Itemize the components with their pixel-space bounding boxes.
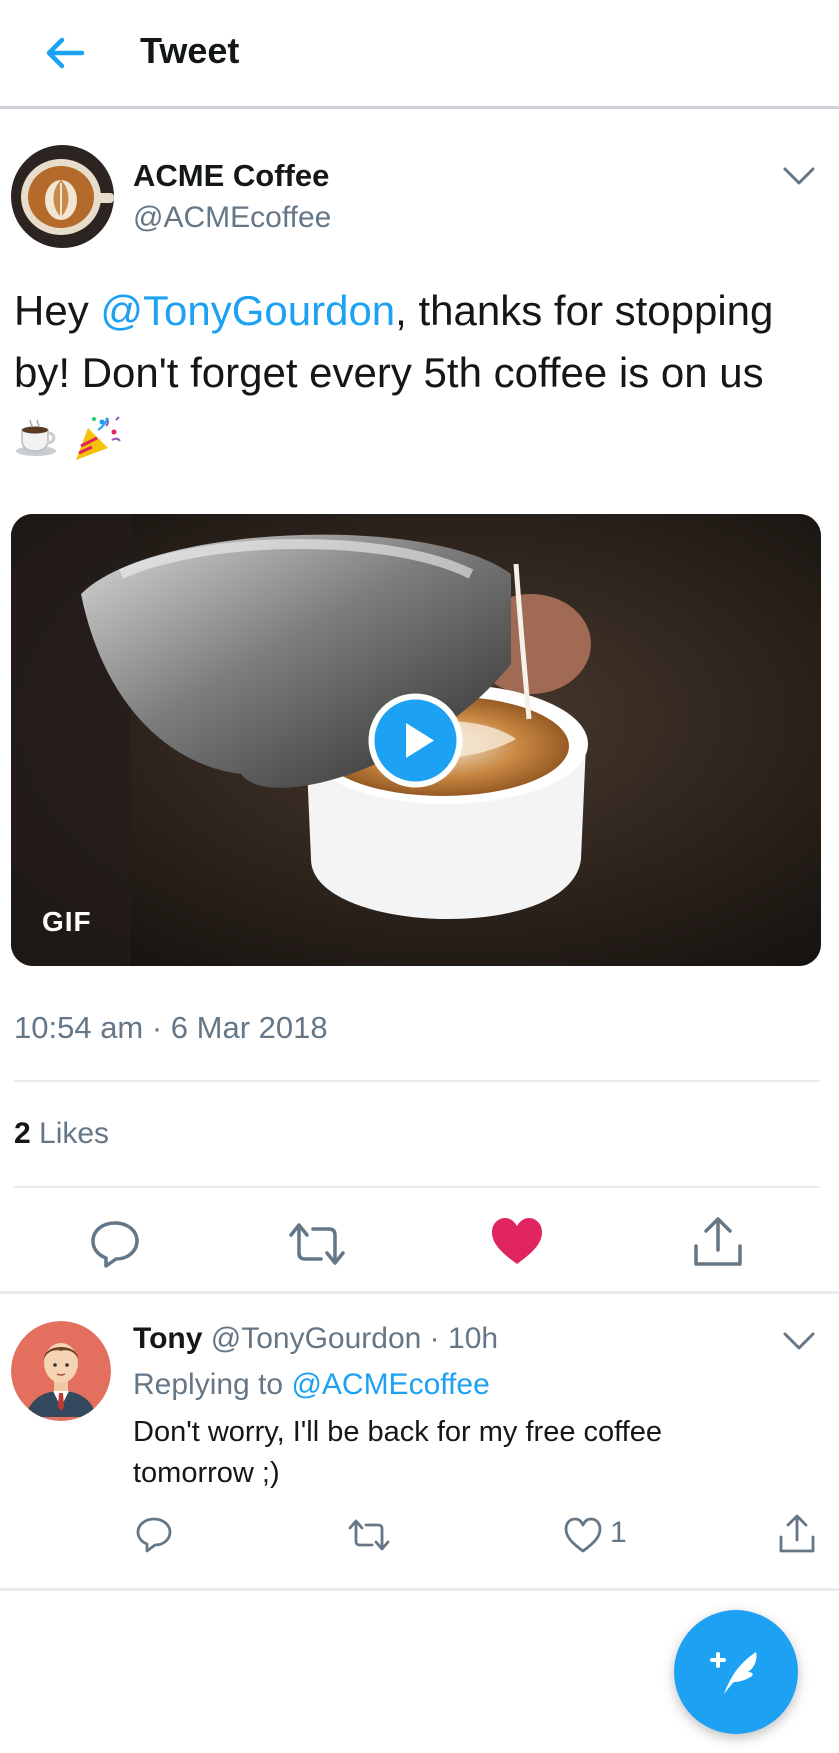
reply-text: Don't worry, I'll be back for my free co… <box>133 1416 662 1489</box>
page-title: Tweet <box>140 30 240 71</box>
likes-count: 2 <box>14 1117 31 1150</box>
play-icon[interactable] <box>368 693 463 788</box>
compose-tweet-button[interactable] <box>674 1610 798 1734</box>
author-name[interactable]: ACME Coffee <box>133 158 329 194</box>
divider <box>14 1186 820 1188</box>
gif-media[interactable]: GIF <box>11 514 821 966</box>
retweet-icon[interactable] <box>347 1517 391 1553</box>
gif-badge: GIF <box>42 906 92 937</box>
likes-summary[interactable]: 2 Likes <box>14 1117 109 1151</box>
arrow-left-icon[interactable] <box>42 30 88 76</box>
reply-avatar[interactable] <box>11 1321 111 1421</box>
compose-feather-icon <box>710 1652 757 1694</box>
reply-icon[interactable] <box>88 1216 142 1270</box>
reply-meta: @TonyGourdon · 10h <box>202 1322 499 1355</box>
replying-prefix: Replying to <box>133 1368 292 1401</box>
reply-like-count: 1 <box>610 1516 627 1549</box>
chevron-down-icon[interactable] <box>782 1330 816 1352</box>
party-popper-icon <box>75 416 121 460</box>
heart-outline-icon[interactable] <box>563 1516 603 1554</box>
likes-label: Likes <box>30 1117 110 1150</box>
divider <box>14 1080 820 1082</box>
share-icon[interactable] <box>690 1214 746 1270</box>
tweet-text-start: Hey <box>14 287 101 334</box>
replying-handle-link[interactable]: @ACMEcoffee <box>291 1368 489 1401</box>
divider <box>0 1291 839 1294</box>
divider <box>0 1588 839 1591</box>
chevron-down-icon[interactable] <box>782 165 816 187</box>
share-icon[interactable] <box>777 1513 817 1555</box>
reply-author-name[interactable]: Tony <box>133 1322 202 1355</box>
coffee-cup-icon <box>16 419 56 456</box>
reply-header: Tony @TonyGourdon · 10h <box>133 1322 498 1356</box>
top-bar: Tweet <box>0 0 839 109</box>
author-handle[interactable]: @ACMEcoffee <box>133 201 331 235</box>
reply-icon[interactable] <box>135 1515 173 1555</box>
heart-filled-icon[interactable] <box>490 1216 544 1266</box>
author-avatar[interactable] <box>11 145 114 248</box>
mention-link[interactable]: @TonyGourdon <box>100 287 395 334</box>
replying-to: Replying to @ACMEcoffee <box>133 1368 490 1402</box>
tweet-text: Hey @TonyGourdon, thanks for stopping by… <box>14 280 814 466</box>
tweet-timestamp: 10:54 am · 6 Mar 2018 <box>14 1010 328 1045</box>
retweet-icon[interactable] <box>287 1219 347 1269</box>
